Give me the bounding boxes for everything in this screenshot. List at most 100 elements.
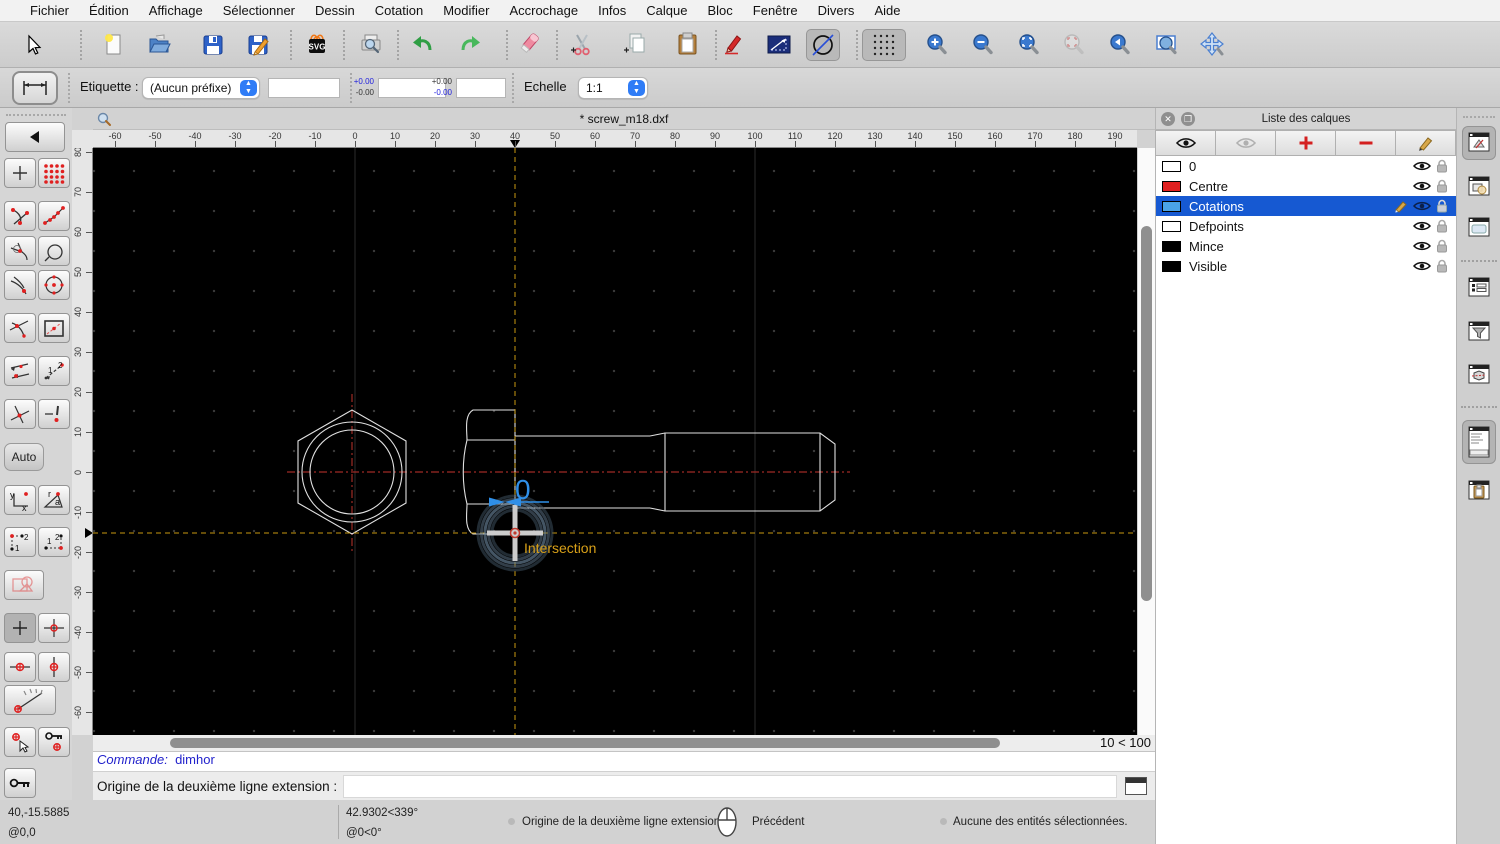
zoom-selection-button[interactable]	[1057, 29, 1091, 61]
menu-cotation[interactable]: Cotation	[365, 0, 433, 22]
menu-fichier[interactable]: Fichier	[20, 0, 79, 22]
restrict-orthogonal-button[interactable]	[4, 356, 36, 386]
command-widget-dock-button[interactable]	[1462, 420, 1496, 464]
menu-aide[interactable]: Aide	[864, 0, 910, 22]
layer-lock-icon[interactable]	[1432, 259, 1452, 273]
show-all-layers-button[interactable]	[1155, 130, 1216, 156]
layer-row[interactable]: 0	[1156, 156, 1456, 176]
restrict-ortho-button[interactable]	[38, 613, 70, 643]
print-preview-button[interactable]	[354, 29, 388, 61]
zoom-pan-button[interactable]	[1196, 29, 1230, 61]
menu-dessin[interactable]: Dessin	[305, 0, 365, 22]
command-input[interactable]	[343, 774, 1117, 798]
menu-edition[interactable]: Édition	[79, 0, 139, 22]
layer-edit-icon[interactable]	[1392, 200, 1412, 213]
snap-distance-button[interactable]: 1 2	[38, 356, 70, 386]
prefix-select[interactable]: (Aucun préfixe) ▲ ▼	[142, 77, 260, 99]
edit-layer-button[interactable]	[1395, 130, 1456, 156]
snap-center-button[interactable]	[38, 270, 70, 300]
layer-lock-icon[interactable]	[1432, 199, 1452, 213]
layer-lock-icon[interactable]	[1432, 159, 1452, 173]
coordinate-polar-button[interactable]: r a	[38, 485, 70, 515]
snap-reference-button[interactable]	[38, 313, 70, 343]
menu-divers[interactable]: Divers	[808, 0, 865, 22]
cut-button[interactable]	[565, 29, 599, 61]
restrict-horizontal-button[interactable]	[4, 652, 36, 682]
snap-angle-button[interactable]	[4, 685, 56, 715]
grid-toggle-button[interactable]	[862, 29, 906, 61]
save-button[interactable]	[196, 29, 230, 61]
layer-visibility-icon[interactable]	[1412, 200, 1432, 212]
layer-row[interactable]: Visible	[1156, 256, 1456, 276]
vertical-scrollbar-thumb[interactable]	[1141, 226, 1152, 601]
attributes-button[interactable]	[718, 29, 752, 61]
snap-free-button[interactable]	[4, 158, 36, 188]
layer-color-swatch[interactable]	[1162, 260, 1181, 272]
coordinate-cartesian-button[interactable]: y x	[4, 485, 36, 515]
layer-visibility-icon[interactable]	[1412, 240, 1432, 252]
snap-endpoints-button[interactable]	[4, 201, 36, 231]
open-file-button[interactable]	[142, 29, 176, 61]
zoom-in-button[interactable]	[920, 29, 954, 61]
save-as-button[interactable]	[241, 29, 275, 61]
undo-button[interactable]	[407, 29, 441, 61]
redo-button[interactable]	[452, 29, 486, 61]
back-button[interactable]	[5, 122, 65, 152]
library-browser-dock-button[interactable]	[1462, 211, 1496, 245]
zoom-window-button[interactable]	[1150, 29, 1184, 61]
entity-list-dock-button[interactable]	[1462, 271, 1496, 305]
tolerance2-input[interactable]	[456, 78, 506, 98]
layer-color-swatch[interactable]	[1162, 220, 1181, 232]
layer-visibility-icon[interactable]	[1412, 180, 1432, 192]
layer-color-swatch[interactable]	[1162, 160, 1181, 172]
layer-color-swatch[interactable]	[1162, 200, 1181, 212]
zoom-out-button[interactable]	[966, 29, 1000, 61]
snap-on-entity-button[interactable]	[38, 201, 70, 231]
layer-row-selected[interactable]: Cotations	[1156, 196, 1456, 216]
layer-color-swatch[interactable]	[1162, 180, 1181, 192]
menu-fenetre[interactable]: Fenêtre	[743, 0, 808, 22]
menu-modifier[interactable]: Modifier	[433, 0, 499, 22]
lock-relative-zero-button[interactable]	[38, 727, 70, 757]
snap-middle-button[interactable]	[4, 270, 36, 300]
snap-intersection-button[interactable]	[4, 399, 36, 429]
layer-row[interactable]: Centre	[1156, 176, 1456, 196]
horizontal-dimension-tool-button[interactable]	[12, 71, 58, 105]
remove-layer-button[interactable]	[1335, 130, 1396, 156]
restrict-none-button[interactable]	[4, 613, 36, 643]
float-panel-icon[interactable]: ❐	[1181, 112, 1195, 126]
block-list-dock-button[interactable]	[1462, 170, 1496, 204]
snap-auto-button[interactable]: Auto	[4, 443, 44, 471]
snap-tangent-button[interactable]	[4, 313, 36, 343]
label-input[interactable]	[268, 78, 340, 98]
layer-lock-icon[interactable]	[1432, 179, 1452, 193]
echelle-select[interactable]: 1:1 ▲ ▼	[578, 77, 648, 99]
snap-grid-button[interactable]	[38, 158, 70, 188]
zoom-auto-button[interactable]	[1012, 29, 1046, 61]
layer-color-swatch[interactable]	[1162, 240, 1181, 252]
snap-intersection-auto-button[interactable]	[4, 236, 36, 266]
command-window-toggle-button[interactable]	[1125, 777, 1147, 795]
snap-intersection-manual-button[interactable]	[38, 399, 70, 429]
menu-affichage[interactable]: Affichage	[139, 0, 213, 22]
delete-button[interactable]	[512, 29, 546, 61]
layer-visibility-icon[interactable]	[1412, 260, 1432, 272]
zoom-previous-button[interactable]	[1103, 29, 1137, 61]
add-layer-button[interactable]	[1275, 130, 1336, 156]
layer-lock-icon[interactable]	[1432, 219, 1452, 233]
clipboard-dock-button[interactable]	[1462, 474, 1496, 508]
vertical-scrollbar[interactable]	[1137, 148, 1155, 735]
draw-line-mode-button[interactable]	[762, 29, 796, 61]
layer-visibility-icon[interactable]	[1412, 220, 1432, 232]
horizontal-scrollbar-thumb[interactable]	[170, 738, 1000, 748]
menu-bloc[interactable]: Bloc	[697, 0, 742, 22]
layer-lock-icon[interactable]	[1432, 239, 1452, 253]
drawing-canvas[interactable]: 0 Intersection	[93, 148, 1137, 735]
paste-button[interactable]	[671, 29, 705, 61]
menu-accrochage[interactable]: Accrochage	[499, 0, 588, 22]
layer-row[interactable]: Mince	[1156, 236, 1456, 256]
layer-row[interactable]: Defpoints	[1156, 216, 1456, 236]
copy-button[interactable]	[618, 29, 652, 61]
distance-point-button[interactable]: 1 2	[4, 527, 36, 557]
restrict-vertical-button[interactable]	[38, 652, 70, 682]
